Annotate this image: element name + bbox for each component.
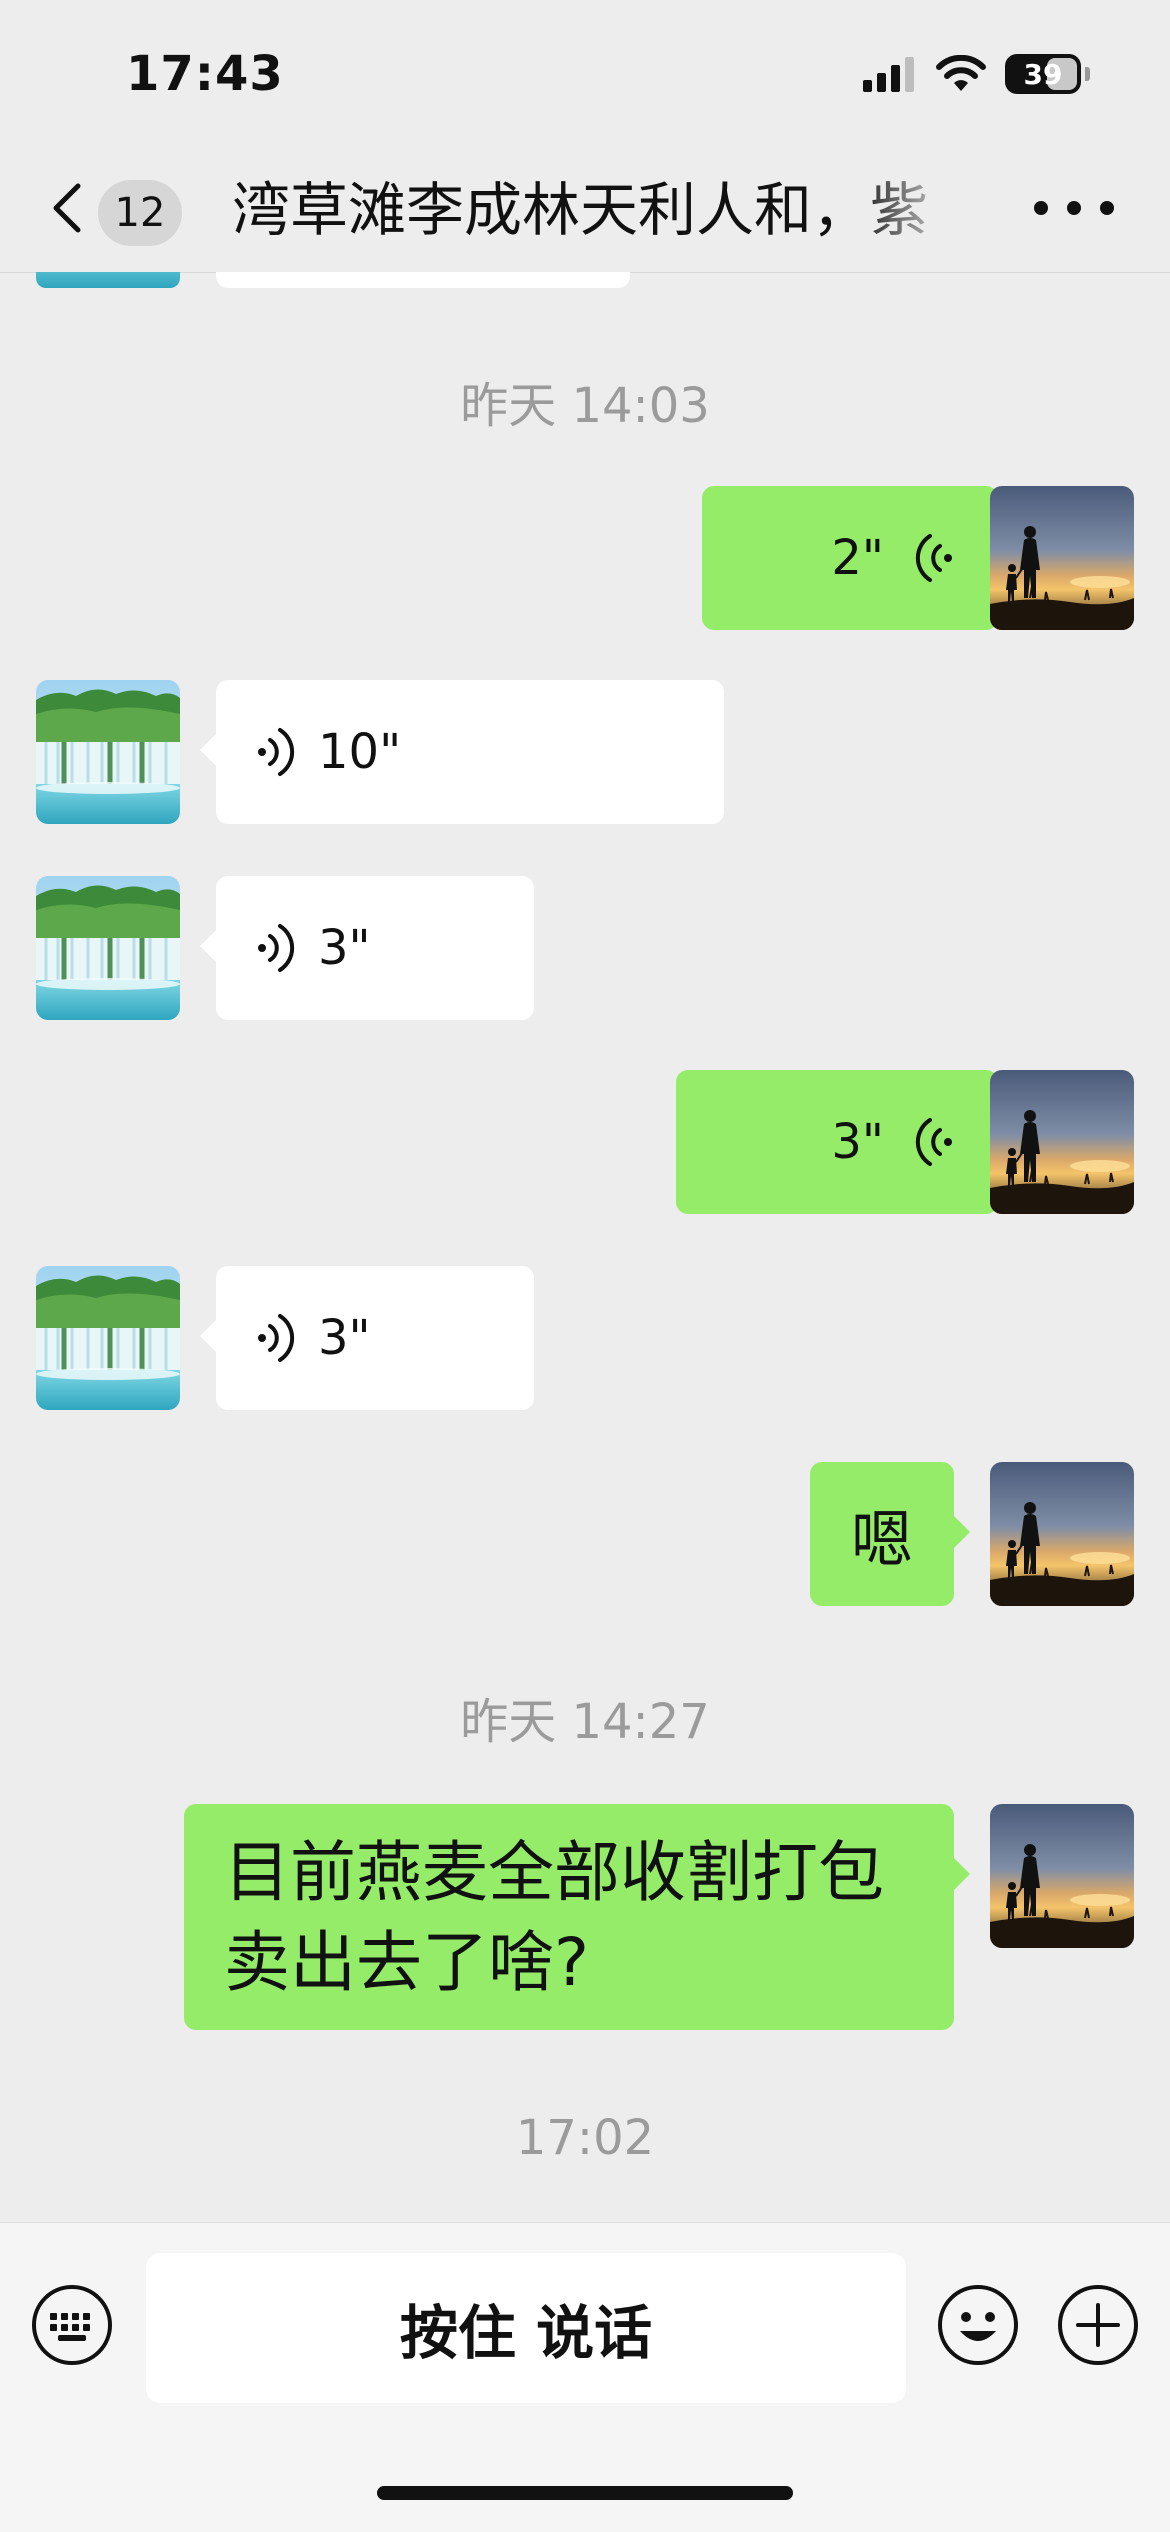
message-timestamp: 17:02 xyxy=(515,2110,655,2166)
unread-count-badge[interactable]: 12 xyxy=(98,180,182,246)
contact-avatar[interactable] xyxy=(36,876,180,1020)
status-time: 17:43 xyxy=(126,46,284,102)
status-bar: 17:43 39 xyxy=(0,0,1170,150)
voice-message-bubble[interactable]: 3" xyxy=(200,876,534,1020)
my-avatar[interactable] xyxy=(990,1070,1134,1214)
contact-avatar[interactable] xyxy=(36,1266,180,1410)
chat-screen: 17:43 39 12 湾草滩李成林天利人和，紫 昨天 14:03 2" 10"… xyxy=(0,0,1170,2532)
contact-avatar[interactable] xyxy=(36,680,180,824)
message-text: 嗯 xyxy=(850,1503,913,1576)
my-avatar[interactable] xyxy=(990,1462,1134,1606)
chat-title[interactable]: 湾草滩李成林天利人和，紫 xyxy=(232,170,962,250)
my-avatar[interactable] xyxy=(990,486,1134,630)
voice-wave-icon xyxy=(914,1114,954,1170)
wifi-icon xyxy=(936,55,986,91)
battery-level: 39 xyxy=(1023,57,1063,91)
emoji-icon[interactable] xyxy=(936,2283,1020,2367)
voice-duration: 10" xyxy=(318,724,402,780)
voice-wave-icon xyxy=(256,724,296,780)
message-text-line: 卖出去了啥? xyxy=(224,1924,590,2001)
message-timestamp: 昨天 14:27 xyxy=(460,1694,710,1750)
voice-duration: 3" xyxy=(831,1114,884,1170)
chat-header: 12 湾草滩李成林天利人和，紫 xyxy=(0,150,1170,273)
text-message-bubble[interactable]: 嗯 xyxy=(810,1462,970,1606)
voice-duration: 2" xyxy=(831,530,884,586)
partial-message-bubble[interactable] xyxy=(216,272,630,288)
voice-wave-icon xyxy=(914,530,954,586)
voice-message-bubble[interactable]: 3" xyxy=(676,1070,1014,1214)
my-avatar[interactable] xyxy=(990,1804,1134,1948)
message-timestamp: 昨天 14:03 xyxy=(460,378,710,434)
voice-message-bubble[interactable]: 3" xyxy=(200,1266,534,1410)
voice-duration: 3" xyxy=(318,1310,371,1366)
cellular-signal-icon xyxy=(863,57,914,92)
keyboard-icon[interactable] xyxy=(30,2283,114,2367)
plus-icon[interactable] xyxy=(1056,2283,1140,2367)
voice-wave-icon xyxy=(256,1310,296,1366)
voice-wave-icon xyxy=(256,920,296,976)
hold-to-talk-button[interactable]: 按住 说话 xyxy=(146,2253,906,2403)
text-message-bubble[interactable]: 目前燕麦全部收割打包 卖出去了啥? xyxy=(184,1804,970,2030)
contact-avatar[interactable] xyxy=(36,272,180,288)
voice-message-bubble[interactable]: 2" xyxy=(702,486,1014,630)
status-icons: 39 xyxy=(863,54,1090,94)
home-indicator[interactable] xyxy=(377,2486,793,2500)
voice-duration: 3" xyxy=(318,920,371,976)
message-text-line: 目前燕麦全部收割打包 xyxy=(224,1834,884,1911)
more-icon[interactable] xyxy=(1034,188,1114,228)
chevron-left-icon[interactable] xyxy=(40,178,100,238)
battery-icon: 39 xyxy=(1005,54,1081,94)
battery-tip xyxy=(1085,67,1090,81)
voice-message-bubble[interactable]: 10" xyxy=(200,680,724,824)
